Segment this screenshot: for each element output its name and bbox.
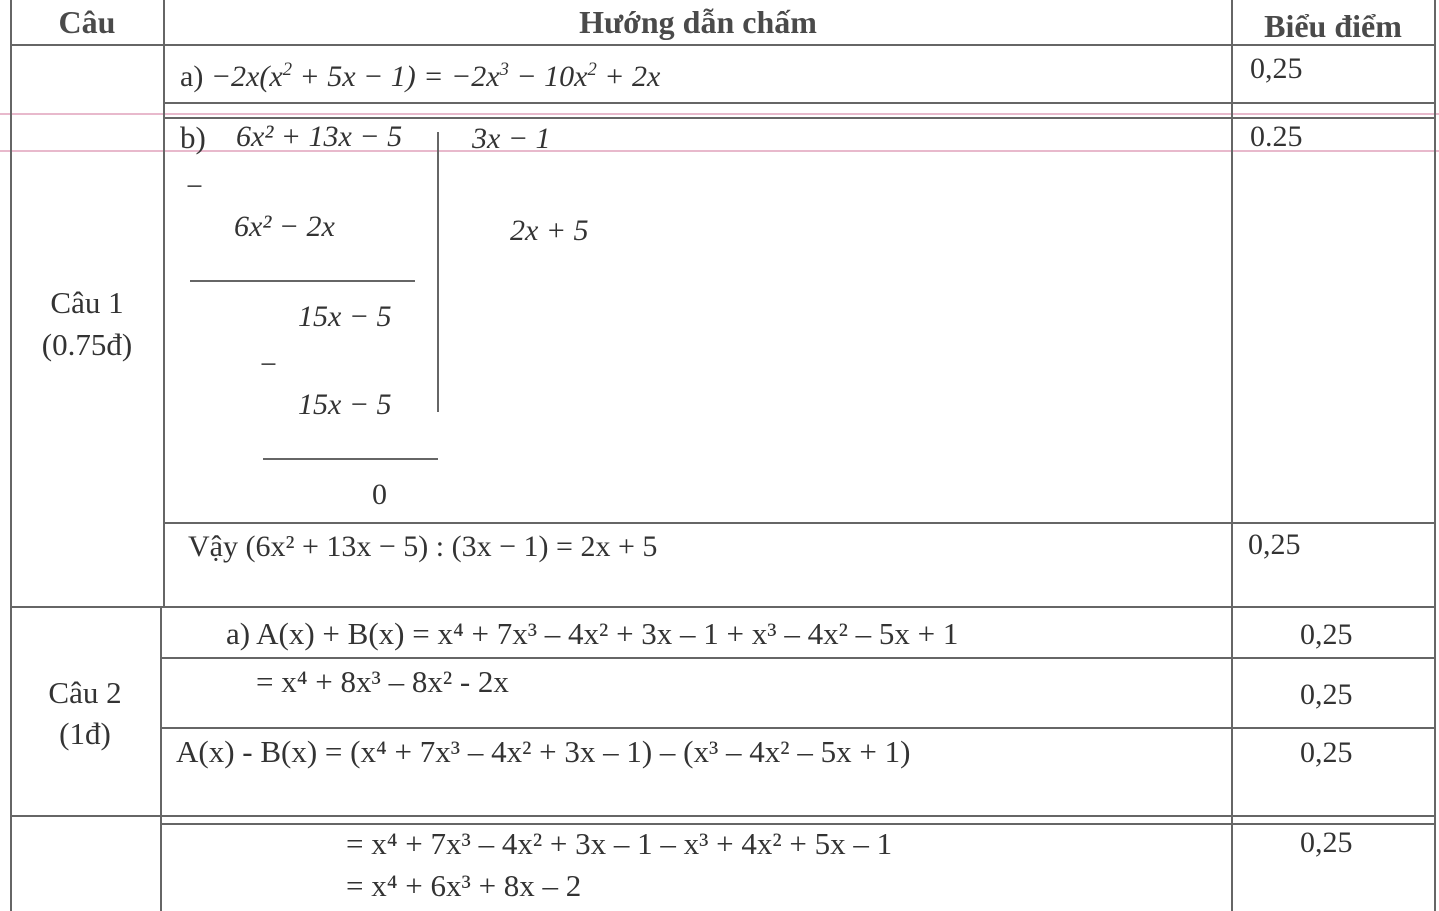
q2a-score1: 0,25 <box>1300 618 1353 651</box>
q2-label: Câu 2 <box>48 675 122 710</box>
grid-line <box>12 44 1436 46</box>
q1a-exp: 2 <box>282 59 292 80</box>
q2-points: (1đ) <box>59 716 111 751</box>
q2a-line2: = x⁴ + 8x³ – 8x² - 2x <box>256 664 509 699</box>
q1b-prefix: b) <box>180 120 206 155</box>
q2a-score2: 0,25 <box>1300 678 1353 711</box>
q1a-prefix: a) <box>180 60 204 93</box>
q1-conclusion: Vậy (6x² + 13x − 5) : (3x − 1) = 2x + 5 <box>188 530 658 563</box>
q1b-score: 0.25 <box>1250 120 1303 153</box>
q1a-rest2: − 10x <box>508 60 588 93</box>
grid-line <box>10 606 1436 608</box>
q1-points: (0.75đ) <box>41 327 133 362</box>
q1b-divisor: 3x − 1 <box>472 122 551 155</box>
grid-line <box>10 0 12 911</box>
q1a-lhs: −2x(x <box>210 60 283 93</box>
q1-conclusion-score: 0,25 <box>1248 528 1301 561</box>
division-rule <box>263 458 438 460</box>
q1a-rest: + 5x − 1) = −2x <box>291 60 500 93</box>
q2b-line3: = x⁴ + 6x³ + 8x – 2 <box>346 868 582 903</box>
q1a-line: a) −2x(x2 + 5x − 1) = −2x3 − 10x2 + 2x <box>180 60 660 94</box>
q1a-exp3: 2 <box>587 59 597 80</box>
q1a-rest3: + 2x <box>596 60 661 93</box>
grid-line <box>160 657 1436 659</box>
grid-line <box>10 815 1436 817</box>
q2b-score1: 0,25 <box>1300 736 1353 769</box>
q1a-score: 0,25 <box>1250 52 1303 85</box>
q1-label: Câu 1 <box>50 285 124 320</box>
q1b-rem1: 15x − 5 <box>298 300 392 333</box>
scan-line <box>0 150 1439 152</box>
grid-line <box>160 823 1436 825</box>
q2a-line1: a) A(x) + B(x) = x⁴ + 7x³ – 4x² + 3x – 1… <box>226 616 959 651</box>
grid-line <box>1434 0 1436 911</box>
header-score: Biểu điểm <box>1264 8 1402 44</box>
division-rule <box>190 280 415 282</box>
q1b-sub2: 15x − 5 <box>298 388 392 421</box>
grid-line <box>160 727 1436 729</box>
grid-line <box>163 0 165 606</box>
q1b-dividend: 6x² + 13x − 5 <box>236 120 403 153</box>
header-cau: Câu <box>58 4 116 40</box>
q2b-score2: 0,25 <box>1300 826 1353 859</box>
q1b-minus1: − <box>186 170 203 203</box>
grid-line <box>165 522 1436 524</box>
q2b-line2: = x⁴ + 7x³ – 4x² + 3x – 1 – x³ + 4x² + 5… <box>346 826 893 861</box>
scan-line <box>0 113 1439 115</box>
q1b-sub1: 6x² − 2x <box>234 210 335 243</box>
q1b-minus2: − <box>260 348 277 381</box>
grid-line <box>165 117 1436 119</box>
grid-line <box>1231 0 1233 911</box>
grid-line <box>165 102 1436 104</box>
q2b-line1: A(x) - B(x) = (x⁴ + 7x³ – 4x² + 3x – 1) … <box>176 734 911 769</box>
q1a-exp2: 3 <box>499 59 509 80</box>
q1b-rem2: 0 <box>372 478 387 511</box>
grid-line <box>160 606 162 911</box>
header-guide: Hướng dẫn chấm <box>579 4 817 40</box>
division-bar <box>437 132 439 412</box>
q1b-quotient: 2x + 5 <box>510 214 589 247</box>
